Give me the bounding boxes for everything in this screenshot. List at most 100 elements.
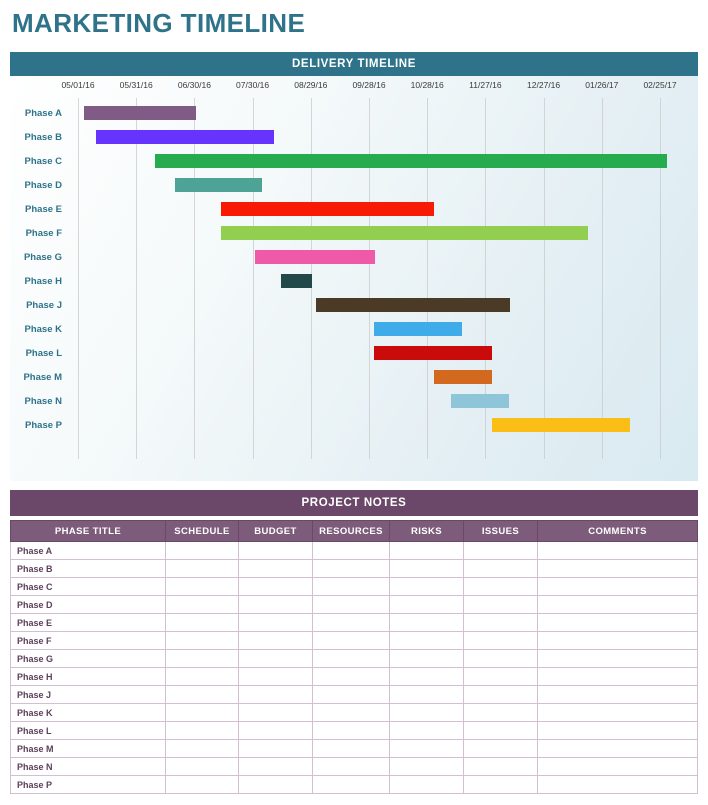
cell-risks[interactable] (389, 577, 464, 596)
cell-issues[interactable] (463, 577, 538, 596)
cell-issues[interactable] (463, 775, 538, 794)
cell-risks[interactable] (389, 541, 464, 560)
cell-phase-title[interactable]: Phase M (10, 739, 166, 758)
cell-schedule[interactable] (165, 595, 239, 614)
gantt-bar[interactable] (96, 130, 274, 144)
cell-comments[interactable] (537, 559, 698, 578)
cell-risks[interactable] (389, 721, 464, 740)
gantt-bar[interactable] (84, 106, 196, 120)
cell-budget[interactable] (238, 739, 313, 758)
cell-schedule[interactable] (165, 757, 239, 776)
cell-comments[interactable] (537, 703, 698, 722)
cell-comments[interactable] (537, 667, 698, 686)
cell-resources[interactable] (312, 577, 390, 596)
gantt-bar[interactable] (221, 226, 588, 240)
cell-risks[interactable] (389, 703, 464, 722)
cell-phase-title[interactable]: Phase G (10, 649, 166, 668)
cell-risks[interactable] (389, 595, 464, 614)
cell-schedule[interactable] (165, 685, 239, 704)
cell-resources[interactable] (312, 775, 390, 794)
cell-risks[interactable] (389, 757, 464, 776)
cell-comments[interactable] (537, 775, 698, 794)
cell-risks[interactable] (389, 685, 464, 704)
cell-resources[interactable] (312, 703, 390, 722)
cell-risks[interactable] (389, 631, 464, 650)
cell-budget[interactable] (238, 721, 313, 740)
cell-schedule[interactable] (165, 703, 239, 722)
cell-phase-title[interactable]: Phase J (10, 685, 166, 704)
cell-budget[interactable] (238, 613, 313, 632)
cell-schedule[interactable] (165, 721, 239, 740)
gantt-bar[interactable] (374, 322, 462, 336)
cell-risks[interactable] (389, 613, 464, 632)
cell-issues[interactable] (463, 595, 538, 614)
gantt-bar[interactable] (255, 250, 375, 264)
cell-comments[interactable] (537, 721, 698, 740)
gantt-bar[interactable] (374, 346, 492, 360)
cell-phase-title[interactable]: Phase K (10, 703, 166, 722)
cell-risks[interactable] (389, 739, 464, 758)
cell-schedule[interactable] (165, 775, 239, 794)
cell-comments[interactable] (537, 577, 698, 596)
cell-schedule[interactable] (165, 667, 239, 686)
cell-budget[interactable] (238, 775, 313, 794)
cell-schedule[interactable] (165, 631, 239, 650)
cell-comments[interactable] (537, 631, 698, 650)
cell-budget[interactable] (238, 631, 313, 650)
cell-schedule[interactable] (165, 541, 239, 560)
cell-phase-title[interactable]: Phase A (10, 541, 166, 560)
cell-risks[interactable] (389, 775, 464, 794)
cell-issues[interactable] (463, 757, 538, 776)
gantt-bar[interactable] (434, 370, 492, 384)
gantt-bar[interactable] (155, 154, 667, 168)
cell-schedule[interactable] (165, 739, 239, 758)
cell-issues[interactable] (463, 649, 538, 668)
cell-issues[interactable] (463, 541, 538, 560)
cell-resources[interactable] (312, 667, 390, 686)
cell-phase-title[interactable]: Phase E (10, 613, 166, 632)
cell-phase-title[interactable]: Phase F (10, 631, 166, 650)
cell-budget[interactable] (238, 541, 313, 560)
cell-risks[interactable] (389, 559, 464, 578)
cell-phase-title[interactable]: Phase P (10, 775, 166, 794)
cell-resources[interactable] (312, 649, 390, 668)
gantt-bar[interactable] (451, 394, 509, 408)
cell-phase-title[interactable]: Phase C (10, 577, 166, 596)
cell-risks[interactable] (389, 649, 464, 668)
cell-resources[interactable] (312, 631, 390, 650)
cell-schedule[interactable] (165, 559, 239, 578)
cell-comments[interactable] (537, 613, 698, 632)
cell-issues[interactable] (463, 703, 538, 722)
cell-comments[interactable] (537, 595, 698, 614)
cell-comments[interactable] (537, 649, 698, 668)
cell-budget[interactable] (238, 577, 313, 596)
cell-budget[interactable] (238, 667, 313, 686)
cell-budget[interactable] (238, 559, 313, 578)
cell-schedule[interactable] (165, 649, 239, 668)
cell-resources[interactable] (312, 613, 390, 632)
cell-resources[interactable] (312, 757, 390, 776)
cell-budget[interactable] (238, 703, 313, 722)
cell-resources[interactable] (312, 739, 390, 758)
cell-phase-title[interactable]: Phase H (10, 667, 166, 686)
cell-schedule[interactable] (165, 613, 239, 632)
cell-budget[interactable] (238, 649, 313, 668)
cell-resources[interactable] (312, 685, 390, 704)
cell-resources[interactable] (312, 721, 390, 740)
cell-comments[interactable] (537, 757, 698, 776)
cell-issues[interactable] (463, 559, 538, 578)
gantt-bar[interactable] (175, 178, 262, 192)
cell-comments[interactable] (537, 739, 698, 758)
cell-issues[interactable] (463, 667, 538, 686)
cell-resources[interactable] (312, 541, 390, 560)
cell-phase-title[interactable]: Phase L (10, 721, 166, 740)
cell-resources[interactable] (312, 595, 390, 614)
cell-schedule[interactable] (165, 577, 239, 596)
cell-issues[interactable] (463, 685, 538, 704)
cell-issues[interactable] (463, 613, 538, 632)
gantt-bar[interactable] (281, 274, 312, 288)
gantt-bar[interactable] (492, 418, 630, 432)
cell-issues[interactable] (463, 631, 538, 650)
cell-budget[interactable] (238, 685, 313, 704)
cell-issues[interactable] (463, 721, 538, 740)
